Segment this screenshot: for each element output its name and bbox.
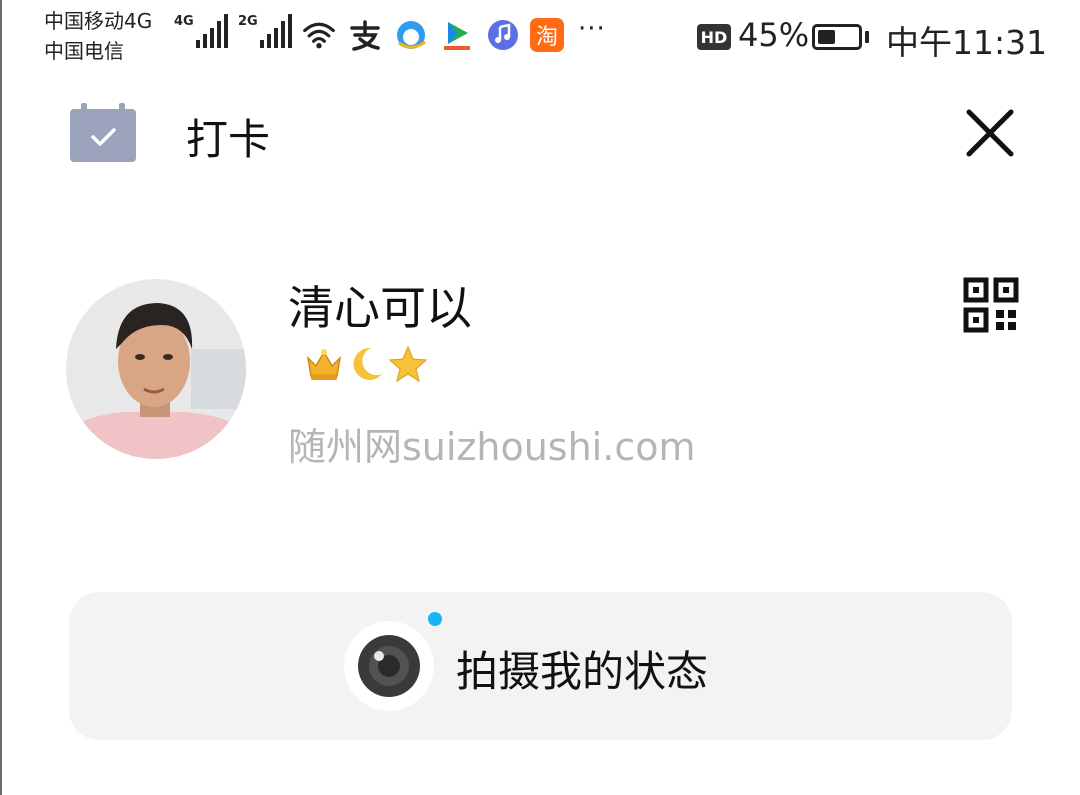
user-signature: 随州网suizhoushi.com: [288, 425, 696, 469]
signal-2-tag: 2G: [238, 14, 258, 29]
carrier-2: 中国电信: [44, 39, 124, 63]
qr-code-button[interactable]: [963, 277, 1019, 333]
status-bar: 中国移动4G 中国电信 4G 2G 淘 ··· HD 45% 中午11:31: [0, 0, 1080, 72]
close-button[interactable]: [960, 103, 1020, 163]
star-icon: [388, 344, 428, 384]
carrier-info: 中国移动4G 中国电信: [44, 6, 152, 66]
capture-status-label: 拍摄我的状态: [456, 647, 709, 696]
wifi-icon: [302, 18, 336, 52]
video-app-icon: [440, 18, 474, 52]
moon-icon: [346, 344, 386, 384]
signal-2-icon: 2G: [238, 14, 292, 48]
user-name: 清心可以: [288, 281, 472, 335]
camera-lens-icon: [343, 620, 435, 712]
signal-1-icon: 4G: [174, 14, 228, 48]
taobao-icon: 淘: [530, 18, 564, 52]
music-app-icon: [486, 18, 520, 52]
close-icon: [966, 109, 1014, 157]
battery-icon: [812, 24, 862, 50]
alipay-icon: [348, 18, 382, 52]
qr-code-icon: [963, 277, 1019, 333]
battery-level-fill: [818, 30, 835, 44]
more-notifications-icon: ···: [578, 14, 606, 44]
battery-percent: 45%: [738, 16, 810, 54]
user-badges: [304, 344, 428, 384]
carrier-1: 中国移动4G: [44, 9, 153, 33]
signal-1-tag: 4G: [174, 14, 194, 29]
page-title: 打卡: [186, 115, 271, 164]
clock: 中午11:31: [886, 23, 1048, 62]
window-edge: [0, 0, 2, 795]
avatar[interactable]: [66, 279, 246, 459]
browser-icon: [394, 18, 428, 52]
crown-icon: [304, 344, 344, 384]
battery-cap: [865, 31, 869, 43]
notification-dot: [428, 612, 442, 626]
hd-badge: HD: [697, 24, 731, 50]
calendar-check-icon: [69, 103, 137, 163]
